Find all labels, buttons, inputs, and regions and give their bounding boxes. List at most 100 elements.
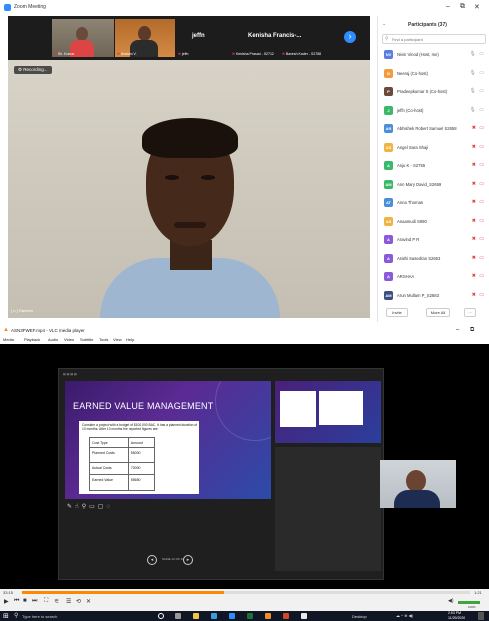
thumbnail-video[interactable]: Sh. Kumar: [52, 19, 114, 57]
tray-icons[interactable]: ☁ ^ ⊕ ◀): [396, 613, 413, 618]
speaker-name-a: jeffn: [192, 33, 205, 39]
collapse-chevron-icon[interactable]: ⌄: [382, 21, 386, 27]
maximize-button[interactable]: ⧉: [470, 327, 474, 334]
muted-mic-and-video-icon[interactable]: ✖ ▭: [472, 144, 485, 150]
edge-icon[interactable]: [211, 613, 217, 619]
loop-icon[interactable]: ⟲: [76, 598, 81, 605]
stop-icon[interactable]: ■: [23, 598, 27, 604]
next-slide-preview: [275, 381, 381, 443]
vlc-title: ASN3FWEF.mp4 - VLC media player: [11, 328, 85, 333]
invite-button[interactable]: Invite: [386, 308, 408, 317]
seek-bar[interactable]: [22, 591, 470, 594]
mute-all-button[interactable]: More All: [426, 308, 450, 317]
pen-icon[interactable]: ✎: [67, 504, 75, 510]
participant-name: Abhishek Robert Samuel S2658: [397, 126, 457, 131]
participant-row[interactable]: AS Anaamudi S990 ✖ ▭: [382, 215, 486, 229]
volume-slider[interactable]: [458, 601, 480, 604]
menu-tools[interactable]: Tools: [99, 337, 108, 342]
prev-slide-button[interactable]: ◂: [147, 555, 157, 565]
muted-mic-and-video-icon[interactable]: ✖ ▭: [472, 292, 485, 298]
participant-row[interactable]: A ARSHAA ✖ ▭: [382, 270, 486, 284]
menu-playback[interactable]: Playback: [24, 337, 40, 342]
participant-row[interactable]: AM Arun Mullam P_S2683 ✖ ▭: [382, 289, 486, 303]
more-icon[interactable]: ◌: [106, 504, 113, 510]
slide-counter: SLIDE 12 OF 18: [162, 557, 185, 561]
participant-row[interactable]: AS Angel Sara Shaji ✖ ▭: [382, 141, 486, 155]
magnifier-icon[interactable]: ⚲: [82, 504, 89, 510]
muted-mic-and-video-icon[interactable]: ✖ ▭: [472, 162, 485, 168]
presenter-notes: [275, 447, 381, 571]
mic-and-video-icon[interactable]: 🎙 ▭: [470, 88, 485, 94]
more-options-button[interactable]: ...: [464, 308, 476, 317]
participant-row[interactable]: AT Anna Thomas ✖ ▭: [382, 196, 486, 210]
thumbnail-video[interactable]: Ibrahim V.: [115, 19, 175, 57]
file-explorer-icon[interactable]: [193, 613, 199, 619]
muted-mic-and-video-icon[interactable]: ✖ ▭: [472, 255, 485, 261]
mic-and-video-icon[interactable]: 🎙 ▭: [470, 107, 485, 113]
maximize-button[interactable]: ⧉: [460, 3, 465, 11]
close-button[interactable]: ✕: [474, 3, 480, 11]
vlc-video-area[interactable]: ▤ ▤ ▤ ▤ EARNED VALUE MANAGEMENT Consider…: [0, 344, 489, 589]
menu-media[interactable]: Media: [3, 337, 14, 342]
menu-help[interactable]: Help: [126, 337, 134, 342]
desktop-toolbar-label[interactable]: Desktop: [352, 614, 367, 619]
muted-mic-and-video-icon[interactable]: ✖ ▭: [472, 199, 485, 205]
notification-icon[interactable]: [478, 612, 484, 620]
prev-icon[interactable]: ⏮: [14, 598, 19, 605]
subtitle-icon[interactable]: ▭: [89, 504, 98, 510]
pointer-icon[interactable]: ☝: [75, 504, 82, 510]
play-icon[interactable]: ▶: [4, 598, 9, 605]
muted-mic-and-video-icon[interactable]: ✖ ▭: [472, 181, 485, 187]
table-header-cell: Cost Type: [90, 438, 129, 447]
vlc-app-icon[interactable]: [265, 613, 271, 619]
thumbnail-video[interactable]: Kenisha Francis-... Kenisha Prasad - S27…: [230, 19, 336, 57]
participant-row[interactable]: AM Ann Mary David_S2659 ✖ ▭: [382, 178, 486, 192]
participant-search-box[interactable]: ⚲: [382, 34, 486, 44]
thumbnail-video[interactable]: jeffn jeffn: [176, 19, 228, 57]
participant-row[interactable]: Jjeffn (Co-host) 🎙 ▭: [382, 104, 486, 118]
extended-settings-icon[interactable]: ⚟: [54, 598, 59, 605]
next-slide-button[interactable]: ▸: [183, 555, 193, 565]
muted-mic-and-video-icon[interactable]: ✖ ▭: [472, 236, 485, 242]
participant-row[interactable]: P Pradeepkumar S (Co-host) 🎙 ▭: [382, 85, 486, 99]
person-head: [138, 26, 151, 41]
slide-content-box: Consider a project with a budget of $100…: [79, 421, 199, 494]
menu-subtitle[interactable]: Subtitle: [80, 337, 93, 342]
next-icon[interactable]: ⏭: [32, 598, 37, 605]
muted-mic-and-video-icon[interactable]: ✖ ▭: [472, 273, 485, 279]
menu-video[interactable]: Video: [64, 337, 74, 342]
participant-row[interactable]: A Aravind P R ✖ ▭: [382, 233, 486, 247]
zoom-app-icon[interactable]: [229, 613, 235, 619]
participant-row[interactable]: AR Abhishek Robert Samuel S2658 ✖ ▭: [382, 122, 486, 136]
search-icon[interactable]: ⚲: [14, 612, 18, 619]
participant-row[interactable]: NV Nivin Vinod (Host, me) 🎙 ▭: [382, 48, 486, 62]
menu-audio[interactable]: Audio: [48, 337, 58, 342]
mic-and-video-icon[interactable]: 🎙 ▭: [470, 51, 485, 57]
windows-start-icon[interactable]: ⊞: [3, 612, 9, 620]
shuffle-icon[interactable]: ✕: [86, 598, 91, 605]
playlist-icon[interactable]: ☰: [66, 598, 71, 605]
muted-mic-and-video-icon[interactable]: ✖ ▭: [472, 125, 485, 131]
minimize-button[interactable]: –: [446, 3, 450, 10]
next-page-button[interactable]: ›: [344, 31, 356, 43]
minimize-button[interactable]: –: [456, 327, 459, 333]
powerpoint-icon[interactable]: [283, 613, 289, 619]
excel-icon[interactable]: [247, 613, 253, 619]
cortana-icon[interactable]: [158, 613, 164, 619]
clock[interactable]: 2:53 PM 11/29/2020: [448, 611, 465, 620]
muted-mic-and-video-icon[interactable]: ✖ ▭: [472, 218, 485, 224]
participant-row[interactable]: N Neeraj (Co-host) 🎙 ▭: [382, 67, 486, 81]
fullscreen-icon[interactable]: ⛶: [44, 598, 48, 605]
mic-and-video-icon[interactable]: 🎙 ▭: [470, 70, 485, 76]
participant-search-input[interactable]: [392, 36, 482, 43]
person-mouth: [174, 222, 206, 228]
participant-row[interactable]: A Anju K - S2755 ✖ ▭: [382, 159, 486, 173]
menu-view[interactable]: View: [113, 337, 122, 342]
task-view-icon[interactable]: [175, 613, 181, 619]
participant-row[interactable]: A Arathi Sasedran S2663 ✖ ▭: [382, 252, 486, 266]
avatar: AS: [384, 142, 393, 152]
table-cell: Earned Value: [90, 475, 129, 490]
taskbar-search-placeholder[interactable]: Type here to search: [22, 614, 57, 619]
volume-icon[interactable]: ◀): [448, 598, 454, 604]
chrome-icon[interactable]: [301, 613, 307, 619]
